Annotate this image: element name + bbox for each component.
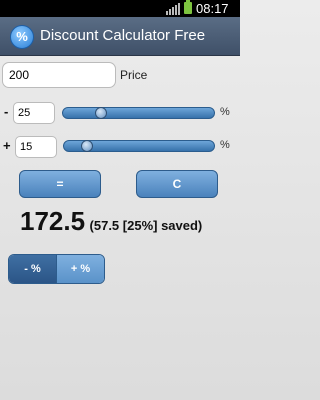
discount-slider[interactable] <box>62 107 215 119</box>
discount-unit: % <box>220 106 230 118</box>
plus-percent-toggle[interactable]: + % <box>56 255 104 283</box>
minus-percent-toggle[interactable]: - % <box>9 255 56 283</box>
mode-toggle: - % + % <box>8 254 105 284</box>
surcharge-slider[interactable] <box>63 140 215 152</box>
result-detail: (57.5 [25%] saved) <box>89 218 203 233</box>
surcharge-input[interactable] <box>15 136 57 158</box>
signal-icon <box>166 3 180 15</box>
surcharge-sign: + <box>3 138 11 153</box>
discount-slider-thumb[interactable] <box>94 107 107 119</box>
app-percent-icon[interactable]: % <box>10 25 34 49</box>
status-time: 08:17 <box>196 1 229 16</box>
battery-icon <box>184 0 192 14</box>
app-title: Discount Calculator Free <box>40 27 206 44</box>
clear-button[interactable]: C <box>136 170 218 198</box>
surcharge-unit: % <box>220 139 230 151</box>
status-bar: 08:17 <box>0 0 240 17</box>
result-value: 172.5 <box>20 206 86 236</box>
price-label: Price <box>120 68 148 82</box>
surcharge-slider-thumb[interactable] <box>80 140 93 152</box>
discount-sign: - <box>4 104 9 119</box>
result-line: 172.5 (57.5 [25%] saved) <box>20 206 202 237</box>
discount-input[interactable] <box>13 102 55 124</box>
equals-button[interactable]: = <box>19 170 101 198</box>
action-bar: % Discount Calculator Free <box>0 17 240 56</box>
price-input[interactable] <box>2 62 116 88</box>
